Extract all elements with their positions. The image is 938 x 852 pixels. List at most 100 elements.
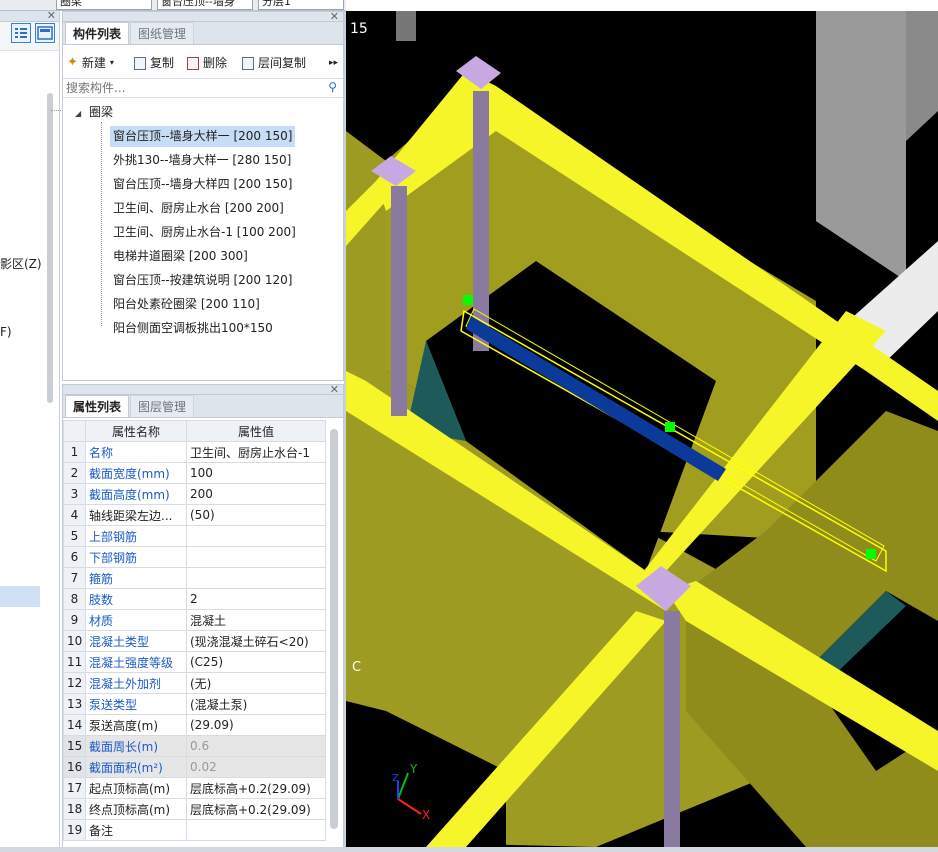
property-value[interactable] [186,567,326,589]
property-scrollbar[interactable] [330,429,338,829]
property-value[interactable]: (无) [186,672,326,694]
close-icon[interactable]: ✕ [330,384,339,395]
panel-titlebar: ✕ [63,11,343,22]
more-icon[interactable]: ▸▸ [329,52,338,74]
left-nav-panel: ✕ 影区(Z) F) [0,11,60,852]
property-row[interactable]: 12 混凝土外加剂 (无) [63,672,326,694]
search-input[interactable] [63,79,319,97]
row-index: 12 [63,672,86,694]
property-row[interactable]: 3 截面高度(mm) 200 [63,483,326,505]
property-row[interactable]: 1 名称 卫生间、厨房止水台-1 [63,441,326,463]
delete-icon [187,56,199,70]
property-row[interactable]: 2 截面宽度(mm) 100 [63,462,326,484]
row-index: 3 [63,483,86,505]
property-value[interactable]: 100 [186,462,326,484]
property-row[interactable]: 5 上部钢筋 [63,525,326,547]
3d-viewport[interactable]: 15 C X Y Z [346,11,938,847]
tab-component-list[interactable]: 构件列表 [65,22,130,44]
component-type-combo[interactable]: 圈梁 [56,0,152,10]
property-value[interactable]: (29.09) [186,714,326,736]
property-value[interactable]: 卫生间、厨房止水台-1 [186,441,326,463]
tab-layer-management[interactable]: 图层管理 [130,395,195,417]
property-name: 截面高度(mm) [85,483,187,505]
property-value[interactable]: (C25) [186,651,326,673]
property-row[interactable]: 11 混凝土强度等级 (C25) [63,651,326,673]
row-index: 2 [63,462,86,484]
property-value[interactable]: 层底标高+0.2(29.09) [186,777,326,799]
list-view-icon[interactable] [11,23,31,43]
tree-root[interactable]: ◢ 圈梁 [75,102,113,123]
tree-item[interactable]: 电梯井道圈梁 [200 300] [113,246,248,267]
component-tabs: 构件列表 图纸管理 [63,22,343,45]
property-value[interactable] [186,819,326,841]
3d-scene[interactable]: 15 C X Y Z [346,11,938,847]
property-row[interactable]: 10 混凝土类型 (现浇混凝土碎石<20) [63,630,326,652]
floor-copy-button[interactable]: 层间复制 [242,52,306,74]
left-nav-item-partial[interactable]: F) [0,325,12,339]
property-value[interactable]: 0.6 [186,735,326,757]
layer-combo[interactable]: 分层1 [258,0,344,10]
property-value[interactable]: 混凝土 [186,609,326,631]
tree-item[interactable]: 窗台压顶--墙身大样四 [200 150] [113,174,292,195]
property-table-wrap: 属性名称 属性值 1 名称 卫生间、厨房止水台-1 2 截面宽度(mm) 100 3 截面高度… [63,420,327,852]
tree-item[interactable]: 外挑130--墙身大样一 [280 150] [113,150,291,171]
tree-item[interactable]: 窗台压顶--按建筑说明 [200 120] [113,270,292,291]
tree-item[interactable]: 阳台处素砼圈梁 [200 110] [113,294,260,315]
left-nav-item-partial[interactable]: 影区(Z) [0,255,42,272]
column-shaft-2 [391,186,407,416]
component-list-panel: ✕ 构件列表 图纸管理 ✦ 新建 ▾ 复制 删除 层间复制 ▸▸ ⚲ ◢ 圈梁 [51,11,344,381]
grip-handle-end[interactable] [866,549,876,559]
component-toolbar: ✦ 新建 ▾ 复制 删除 层间复制 ▸▸ [63,52,343,76]
property-value[interactable]: 200 [186,483,326,505]
row-index: 18 [63,798,86,820]
property-row[interactable]: 8 肢数 2 [63,588,326,610]
property-value[interactable]: (混凝土泵) [186,693,326,715]
copy-button[interactable]: 复制 [134,52,174,74]
property-row[interactable]: 6 下部钢筋 [63,546,326,568]
panel-titlebar: ✕ [63,384,343,395]
row-index: 15 [63,735,86,757]
property-row[interactable]: 19 备注 [63,819,326,841]
property-name: 材质 [85,609,187,631]
tree-item[interactable]: 窗台压顶--墙身大样一 [200 150] [110,126,296,147]
delete-button[interactable]: 删除 [187,52,227,74]
property-row[interactable]: 17 起点顶标高(m) 层底标高+0.2(29.09) [63,777,326,799]
grid-view-icon[interactable] [35,23,55,43]
tree-item[interactable]: 卫生间、厨房止水台 [200 200] [113,198,284,219]
tree-item[interactable]: 阳台侧面空调板挑出100*150 [113,318,273,339]
tree-item[interactable]: 卫生间、厨房止水台-1 [100 200] [113,222,296,243]
grip-handle-mid[interactable] [665,422,675,432]
close-icon[interactable]: ✕ [330,11,339,22]
property-name: 混凝土外加剂 [85,672,187,694]
property-row[interactable]: 16 截面面积(m²) 0.02 [63,756,326,778]
component-combo[interactable]: 窗台压顶--墙身 [157,0,253,10]
property-value[interactable]: 0.02 [186,756,326,778]
property-value[interactable] [186,525,326,547]
property-row[interactable]: 9 材质 混凝土 [63,609,326,631]
property-row[interactable]: 15 截面周长(m) 0.6 [63,735,326,757]
collapse-icon[interactable]: ◢ [75,109,81,118]
property-row[interactable]: 18 终点顶标高(m) 层底标高+0.2(29.09) [63,798,326,820]
property-row[interactable]: 7 箍筋 [63,567,326,589]
property-value[interactable]: (50) [186,504,326,526]
row-index: 4 [63,504,86,526]
left-scrollbar[interactable] [47,93,53,403]
grip-handle-start[interactable] [463,295,473,305]
close-icon[interactable]: ✕ [47,11,56,21]
property-row[interactable]: 13 泵送类型 (混凝土泵) [63,693,326,715]
axis-x-label: X [422,808,430,822]
property-value[interactable]: 层底标高+0.2(29.09) [186,798,326,820]
property-row[interactable]: 4 轴线距梁左边... (50) [63,504,326,526]
property-value[interactable] [186,546,326,568]
tree-line [51,110,61,111]
property-row[interactable]: 14 泵送高度(m) (29.09) [63,714,326,736]
left-nav-selected-item[interactable] [0,586,40,607]
property-name: 备注 [85,819,187,841]
property-value[interactable]: (现浇混凝土碎石<20) [186,630,326,652]
property-value[interactable]: 2 [186,588,326,610]
tab-property-list[interactable]: 属性列表 [65,395,130,417]
tab-drawing-management[interactable]: 图纸管理 [130,22,195,44]
left-panel-titlebar: ✕ [0,11,59,22]
new-button[interactable]: ✦ 新建 ▾ [67,52,114,74]
search-icon[interactable]: ⚲ [328,80,337,94]
